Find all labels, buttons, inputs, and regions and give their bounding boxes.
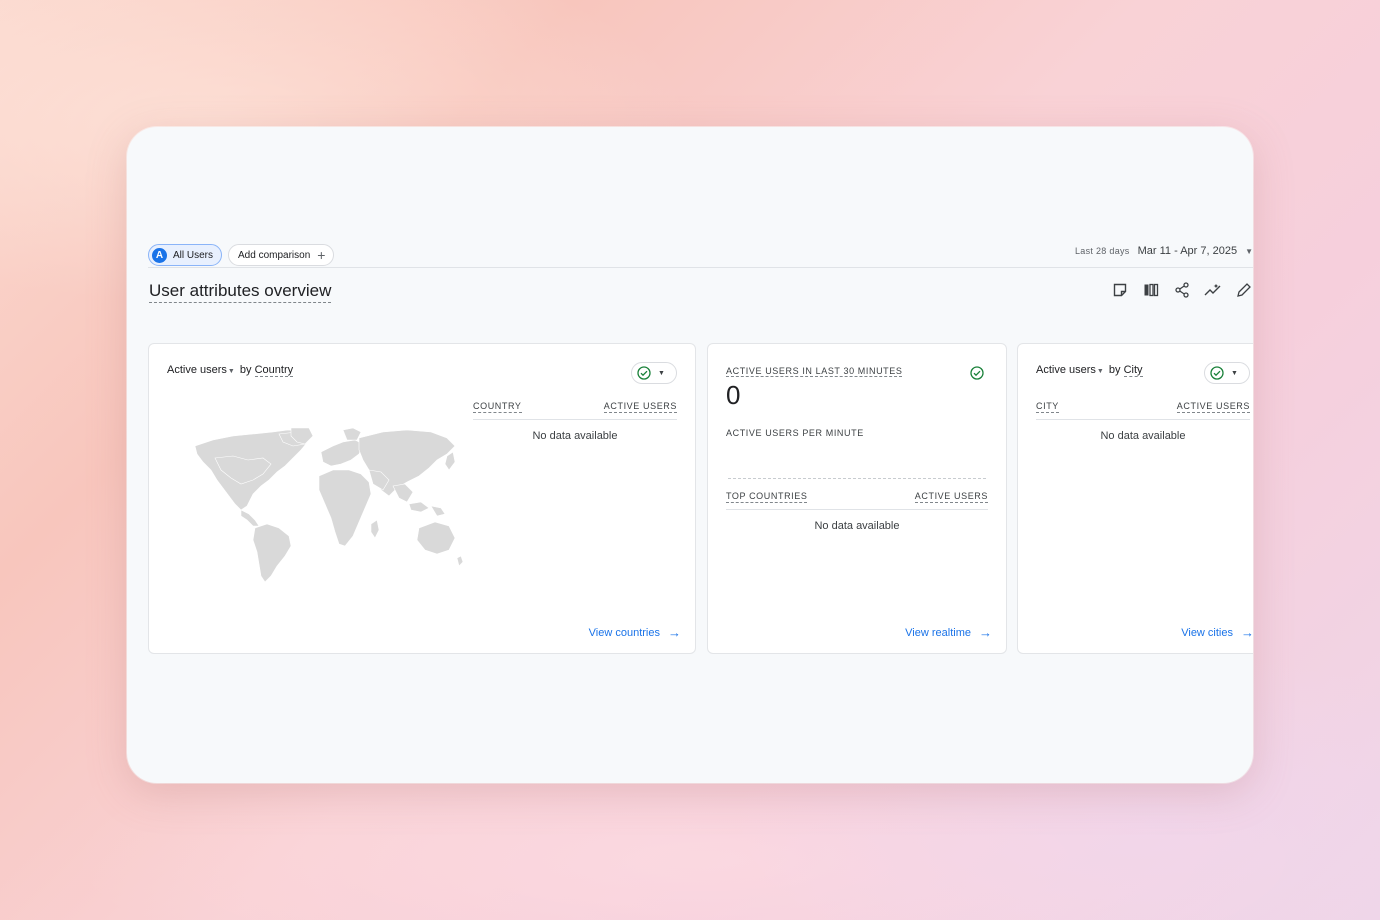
- status-dropdown[interactable]: ▼: [1204, 362, 1250, 384]
- per-minute-label: ACTIVE USERS PER MINUTE: [726, 428, 864, 438]
- view-realtime-link[interactable]: View realtime →: [905, 625, 992, 640]
- caret-down-icon[interactable]: ▼: [228, 368, 235, 375]
- view-cities-label: View cities: [1181, 626, 1233, 639]
- col-active-users[interactable]: ACTIVE USERS: [1176, 400, 1250, 413]
- card-active-users-by-city: Active users▼ by City ▼ CITY ACTIVE USER…: [1017, 343, 1253, 654]
- share-icon[interactable]: [1173, 281, 1191, 299]
- col-top-countries[interactable]: TOP COUNTRIES: [726, 490, 808, 503]
- no-data-message: No data available: [532, 430, 618, 442]
- country-table-header: COUNTRY ACTIVE USERS: [473, 400, 677, 420]
- insights-icon[interactable]: [1204, 281, 1222, 299]
- date-range-picker[interactable]: Last 28 days Mar 11 - Apr 7, 2025 ▼: [1075, 240, 1253, 262]
- date-range-value: Mar 11 - Apr 7, 2025: [1137, 245, 1238, 257]
- dimension-label: City: [1123, 364, 1143, 377]
- top-countries-table-header: TOP COUNTRIES ACTIVE USERS: [726, 490, 988, 510]
- col-active-users[interactable]: ACTIVE USERS: [914, 490, 988, 503]
- arrow-right-icon: →: [1241, 625, 1253, 640]
- caret-down-icon: ▼: [1231, 369, 1238, 377]
- note-icon[interactable]: [1111, 281, 1129, 299]
- card-title: Active users▼ by Country: [167, 364, 294, 377]
- view-countries-label: View countries: [588, 626, 660, 639]
- toolbar: A All Users Add comparison + Last 28 day…: [148, 240, 1253, 270]
- dimension-label: Country: [254, 364, 294, 377]
- card-title: Active users▼ by City: [1036, 364, 1143, 377]
- check-circle-icon: [637, 366, 651, 380]
- realtime-title-text[interactable]: ACTIVE USERS IN LAST 30 MINUTES: [726, 366, 903, 377]
- arrow-right-icon: →: [668, 625, 681, 640]
- check-circle-icon: [966, 362, 988, 384]
- per-minute-chart-baseline: [728, 478, 986, 479]
- card-active-users-by-country: Active users▼ by Country ▼ COUNTRY ACTIV…: [148, 343, 696, 654]
- segment-label: All Users: [173, 249, 214, 261]
- city-table-header: CITY ACTIVE USERS: [1036, 400, 1250, 420]
- compare-icon[interactable]: [1142, 281, 1160, 299]
- date-range-label: Last 28 days: [1074, 246, 1130, 256]
- view-countries-link[interactable]: View countries →: [589, 625, 681, 640]
- status-dropdown[interactable]: ▼: [631, 362, 677, 384]
- edit-icon[interactable]: [1235, 281, 1253, 299]
- caret-down-icon[interactable]: ▼: [1097, 368, 1104, 375]
- world-map: [194, 428, 464, 583]
- add-comparison-button[interactable]: Add comparison +: [228, 244, 335, 266]
- metric-selector[interactable]: Active users: [167, 364, 227, 376]
- by-label: by: [239, 364, 252, 376]
- add-comparison-label: Add comparison: [238, 249, 311, 261]
- plus-icon: +: [317, 247, 326, 263]
- report-actions: [1111, 281, 1253, 299]
- arrow-right-icon: →: [979, 625, 992, 640]
- no-data-message: No data available: [1100, 430, 1186, 442]
- view-realtime-label: View realtime: [905, 626, 971, 639]
- segment-badge: A: [152, 247, 167, 263]
- segment-chip-all-users[interactable]: A All Users: [148, 244, 223, 266]
- realtime-active-users-value: 0: [726, 380, 741, 410]
- app-window: A All Users Add comparison + Last 28 day…: [127, 127, 1253, 783]
- realtime-title: ACTIVE USERS IN LAST 30 MINUTES: [726, 366, 903, 377]
- toolbar-divider: [148, 267, 1253, 268]
- no-data-message: No data available: [814, 520, 900, 532]
- metric-selector[interactable]: Active users: [1036, 364, 1096, 376]
- col-active-users[interactable]: ACTIVE USERS: [603, 400, 677, 413]
- card-realtime: ACTIVE USERS IN LAST 30 MINUTES 0 ACTIVE…: [707, 343, 1007, 654]
- page-title: User attributes overview: [149, 281, 332, 303]
- check-circle-icon: [1210, 366, 1224, 380]
- view-cities-link[interactable]: View cities →: [1181, 625, 1253, 640]
- caret-down-icon: ▼: [658, 369, 665, 377]
- caret-down-icon: ▼: [1245, 246, 1253, 256]
- by-label: by: [1108, 364, 1121, 376]
- col-country[interactable]: COUNTRY: [473, 400, 522, 413]
- col-city[interactable]: CITY: [1036, 400, 1059, 413]
